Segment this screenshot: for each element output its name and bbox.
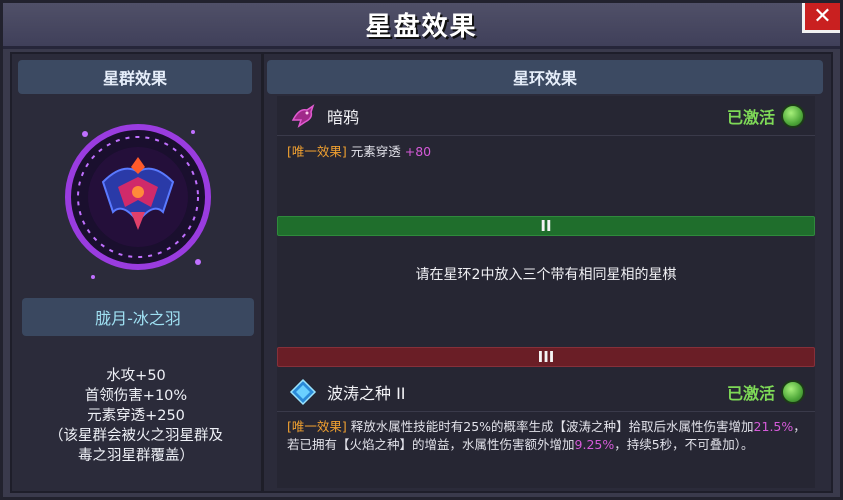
ring-3-description: [唯一效果] 释放水属性技能时有25%的概率生成【波涛之种】拾取后水属性伤害增加…: [287, 418, 807, 454]
constellation-panel: 星群效果 胧月-冰之羽 水攻+50 首领伤害+10% 元素穿透+250 （该星群…: [18, 60, 254, 488]
stat-line: 水攻+50: [106, 368, 166, 384]
ring-3-effect-value-1: 21.5%: [753, 419, 794, 434]
stat-line: 首领伤害+10%: [84, 388, 188, 404]
ring-1-effect-value: +80: [404, 144, 432, 159]
ring-2-bar: II: [277, 216, 815, 236]
ring-2-numeral: II: [540, 217, 552, 235]
ring-list: 暗鸦 已激活 [唯一效果] 元素穿透 +80 II 请在星环2中放入三个带有相同…: [277, 96, 815, 488]
panel-divider: [261, 54, 264, 491]
content-area: 星群效果 胧月-冰之羽 水攻+50 首领伤害+10% 元素穿透+250 （该星群…: [10, 52, 833, 493]
constellation-header: 星群效果: [18, 60, 252, 94]
constellation-stats: 水攻+50 首领伤害+10% 元素穿透+250 （该星群会被火之羽星群及 毒之羽…: [18, 366, 254, 466]
star-chart-window: 星盘效果 ✕ 星群效果 胧月-冰之羽 水攻+50 首领伤害+10% 元素穿透+2…: [0, 0, 843, 500]
constellation-emblem-icon: [65, 124, 211, 279]
ring-2-placeholder: 请在星环2中放入三个带有相同星相的星棋: [415, 267, 677, 283]
ring-3-effect-text-3: ，持续5秒，不可叠加）。: [614, 437, 754, 452]
ring-1-name: 暗鸦: [327, 107, 360, 127]
ring-panel: 星环效果 暗鸦 已激活 [唯一效果] 元素穿透 +80 II 请在星环2中放入三…: [267, 60, 823, 488]
ring-3-bar: III: [277, 347, 815, 367]
ring-3-effect-value-2: 9.25%: [574, 437, 615, 452]
constellation-name: 胧月-冰之羽: [22, 298, 254, 336]
ring-1-effect-text: 元素穿透: [350, 144, 401, 159]
ring-header: 星环效果: [267, 60, 823, 94]
ring-3-numeral: III: [537, 348, 555, 366]
ring-1-description: [唯一效果] 元素穿透 +80: [287, 143, 807, 161]
ring-1-row[interactable]: 暗鸦 已激活: [277, 96, 815, 136]
close-icon: ✕: [813, 3, 832, 29]
title-bar: 星盘效果: [3, 3, 840, 49]
ring-1-status: 已激活: [726, 107, 775, 127]
diamond-icon: [287, 376, 319, 408]
unique-effect-tag: [唯一效果]: [287, 144, 347, 159]
ring-3-name: 波涛之种 II: [327, 383, 406, 403]
close-button[interactable]: ✕: [802, 3, 840, 33]
active-indicator-icon: [781, 379, 805, 404]
ring-3-row[interactable]: 波涛之种 II 已激活: [277, 372, 815, 412]
stat-line: （该星群会被火之羽星群及: [49, 428, 223, 444]
window-title: 星盘效果: [365, 12, 478, 42]
stat-line: 毒之羽星群覆盖）: [78, 448, 194, 464]
unique-effect-tag: [唯一效果]: [287, 419, 347, 434]
ring-3-status: 已激活: [726, 383, 775, 403]
ring-3-effect-text-1: 释放水属性技能时有25%的概率生成【波涛之种】拾取后水属性伤害增加: [350, 419, 754, 434]
active-indicator-icon: [781, 103, 805, 128]
raven-icon: [287, 100, 319, 132]
stat-line: 元素穿透+250: [87, 408, 185, 424]
